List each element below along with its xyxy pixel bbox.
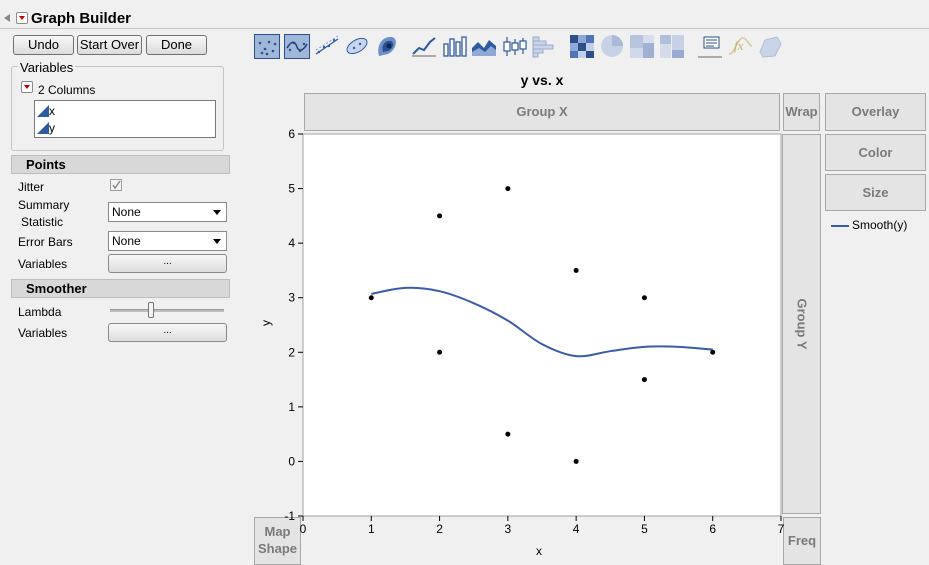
lambda-label: Lambda <box>18 305 62 319</box>
summary-statistic-select[interactable]: None <box>108 202 227 222</box>
box-plot-icon[interactable] <box>501 34 527 59</box>
formula-icon[interactable]: fx <box>727 34 753 59</box>
legend: Smooth(y) <box>828 217 926 235</box>
x-tick-label: 6 <box>709 522 716 536</box>
error-bars-label: Error Bars <box>18 235 73 249</box>
treemap-icon[interactable] <box>629 34 655 59</box>
error-bars-value: None <box>112 234 141 248</box>
legend-swatch-smooth <box>831 225 849 227</box>
smoother-icon[interactable] <box>284 34 310 59</box>
continuous-column-icon <box>37 105 49 117</box>
group-x-zone[interactable]: Group X <box>304 93 780 131</box>
x-axis-label: x <box>536 544 542 558</box>
window-title: Graph Builder <box>31 10 132 27</box>
bar-icon[interactable] <box>441 34 467 59</box>
column-item-x[interactable]: x <box>36 104 214 120</box>
data-point <box>641 295 647 301</box>
smoother-line <box>371 286 713 358</box>
area-icon[interactable] <box>471 34 497 59</box>
x-tick-label: 5 <box>641 522 648 536</box>
y-tick-label: 1 <box>288 400 295 414</box>
title-divider <box>0 28 929 29</box>
smoother-variables-button[interactable]: ... <box>108 323 227 342</box>
column-name-y: y <box>49 121 55 135</box>
red-triangle-menu-icon[interactable] <box>16 12 28 24</box>
svg-text:fx: fx <box>734 38 744 53</box>
smoother-section-header[interactable]: Smoother <box>11 279 230 298</box>
chevron-down-icon <box>213 210 221 215</box>
size-zone[interactable]: Size <box>825 174 926 211</box>
lambda-slider-thumb[interactable] <box>148 302 154 318</box>
check-icon <box>112 180 121 190</box>
columns-menu-icon[interactable] <box>21 81 33 93</box>
data-point <box>437 349 443 355</box>
data-point <box>505 431 511 437</box>
x-tick-label: 4 <box>573 522 580 536</box>
points-variables-button[interactable]: ... <box>108 254 227 273</box>
error-bars-select[interactable]: None <box>108 231 227 251</box>
jitter-label: Jitter <box>18 180 45 194</box>
map-shape-zone[interactable]: Map Shape <box>254 517 301 565</box>
map-shape-label-1: Map <box>264 524 291 539</box>
map-shape-label-2: Shape <box>257 541 297 556</box>
undo-button[interactable]: Undo <box>13 35 74 55</box>
column-item-y[interactable]: y <box>36 121 214 137</box>
color-zone[interactable]: Color <box>825 134 926 171</box>
legend-label-smooth: Smooth(y) <box>852 218 908 232</box>
histogram-icon[interactable] <box>531 34 557 59</box>
points-variables-label: Variables <box>18 257 68 271</box>
heatmap-icon[interactable] <box>569 34 595 59</box>
freq-zone[interactable]: Freq <box>783 517 821 565</box>
summary-statistic-value: None <box>112 205 141 219</box>
column-list[interactable]: x y <box>34 100 216 138</box>
y-tick-label: 3 <box>288 291 295 305</box>
contour-icon[interactable] <box>374 34 400 59</box>
continuous-column-icon <box>37 122 49 134</box>
summary-label-1: Summary <box>18 198 70 212</box>
x-tick-label: 3 <box>505 522 512 536</box>
x-tick-label: 2 <box>436 522 443 536</box>
variables-label: Variables <box>18 60 76 75</box>
points-icon[interactable] <box>254 34 280 59</box>
mosaic-icon[interactable] <box>659 34 685 59</box>
summary-label-2: Statistic <box>21 215 64 229</box>
plot-area <box>302 133 782 517</box>
y-tick-label: 5 <box>288 182 295 196</box>
y-tick-label: 0 <box>288 454 295 468</box>
caption-box-icon[interactable] <box>697 34 723 59</box>
data-point <box>573 267 579 273</box>
graph-title: y vs. x <box>520 72 564 88</box>
y-tick-label: 4 <box>288 236 295 250</box>
done-button[interactable]: Done <box>146 35 207 55</box>
start-over-button[interactable]: Start Over <box>77 35 142 55</box>
line-of-fit-icon[interactable] <box>314 34 340 59</box>
pie-icon[interactable] <box>599 34 625 59</box>
data-point <box>641 377 647 383</box>
line-icon[interactable] <box>411 34 437 59</box>
y-tick-label: 6 <box>288 127 295 141</box>
x-tick-label: 1 <box>368 522 375 536</box>
chevron-down-icon <box>213 239 221 244</box>
ellipse-icon[interactable] <box>344 34 370 59</box>
group-y-label: Group Y <box>794 298 809 350</box>
column-name-x: x <box>49 104 55 118</box>
data-point <box>573 458 579 464</box>
lambda-slider-track <box>110 309 224 312</box>
points-section-header[interactable]: Points <box>11 155 230 174</box>
columns-count: 2 Columns <box>38 83 96 97</box>
overlay-zone[interactable]: Overlay <box>825 93 926 131</box>
wrap-zone[interactable]: Wrap <box>783 93 820 131</box>
outline-disclosure-icon[interactable] <box>4 14 10 22</box>
jitter-checkbox[interactable] <box>110 179 122 191</box>
data-point <box>368 295 374 301</box>
y-axis-label: y <box>259 320 273 326</box>
smoother-variables-label: Variables <box>18 326 68 340</box>
map-shapes-icon[interactable] <box>757 34 783 59</box>
y-tick-label: 2 <box>288 345 295 359</box>
data-point <box>437 213 443 219</box>
lambda-slider[interactable] <box>110 302 224 320</box>
data-point <box>505 186 511 192</box>
group-y-zone[interactable]: Group Y <box>782 134 821 514</box>
data-point <box>710 349 716 355</box>
